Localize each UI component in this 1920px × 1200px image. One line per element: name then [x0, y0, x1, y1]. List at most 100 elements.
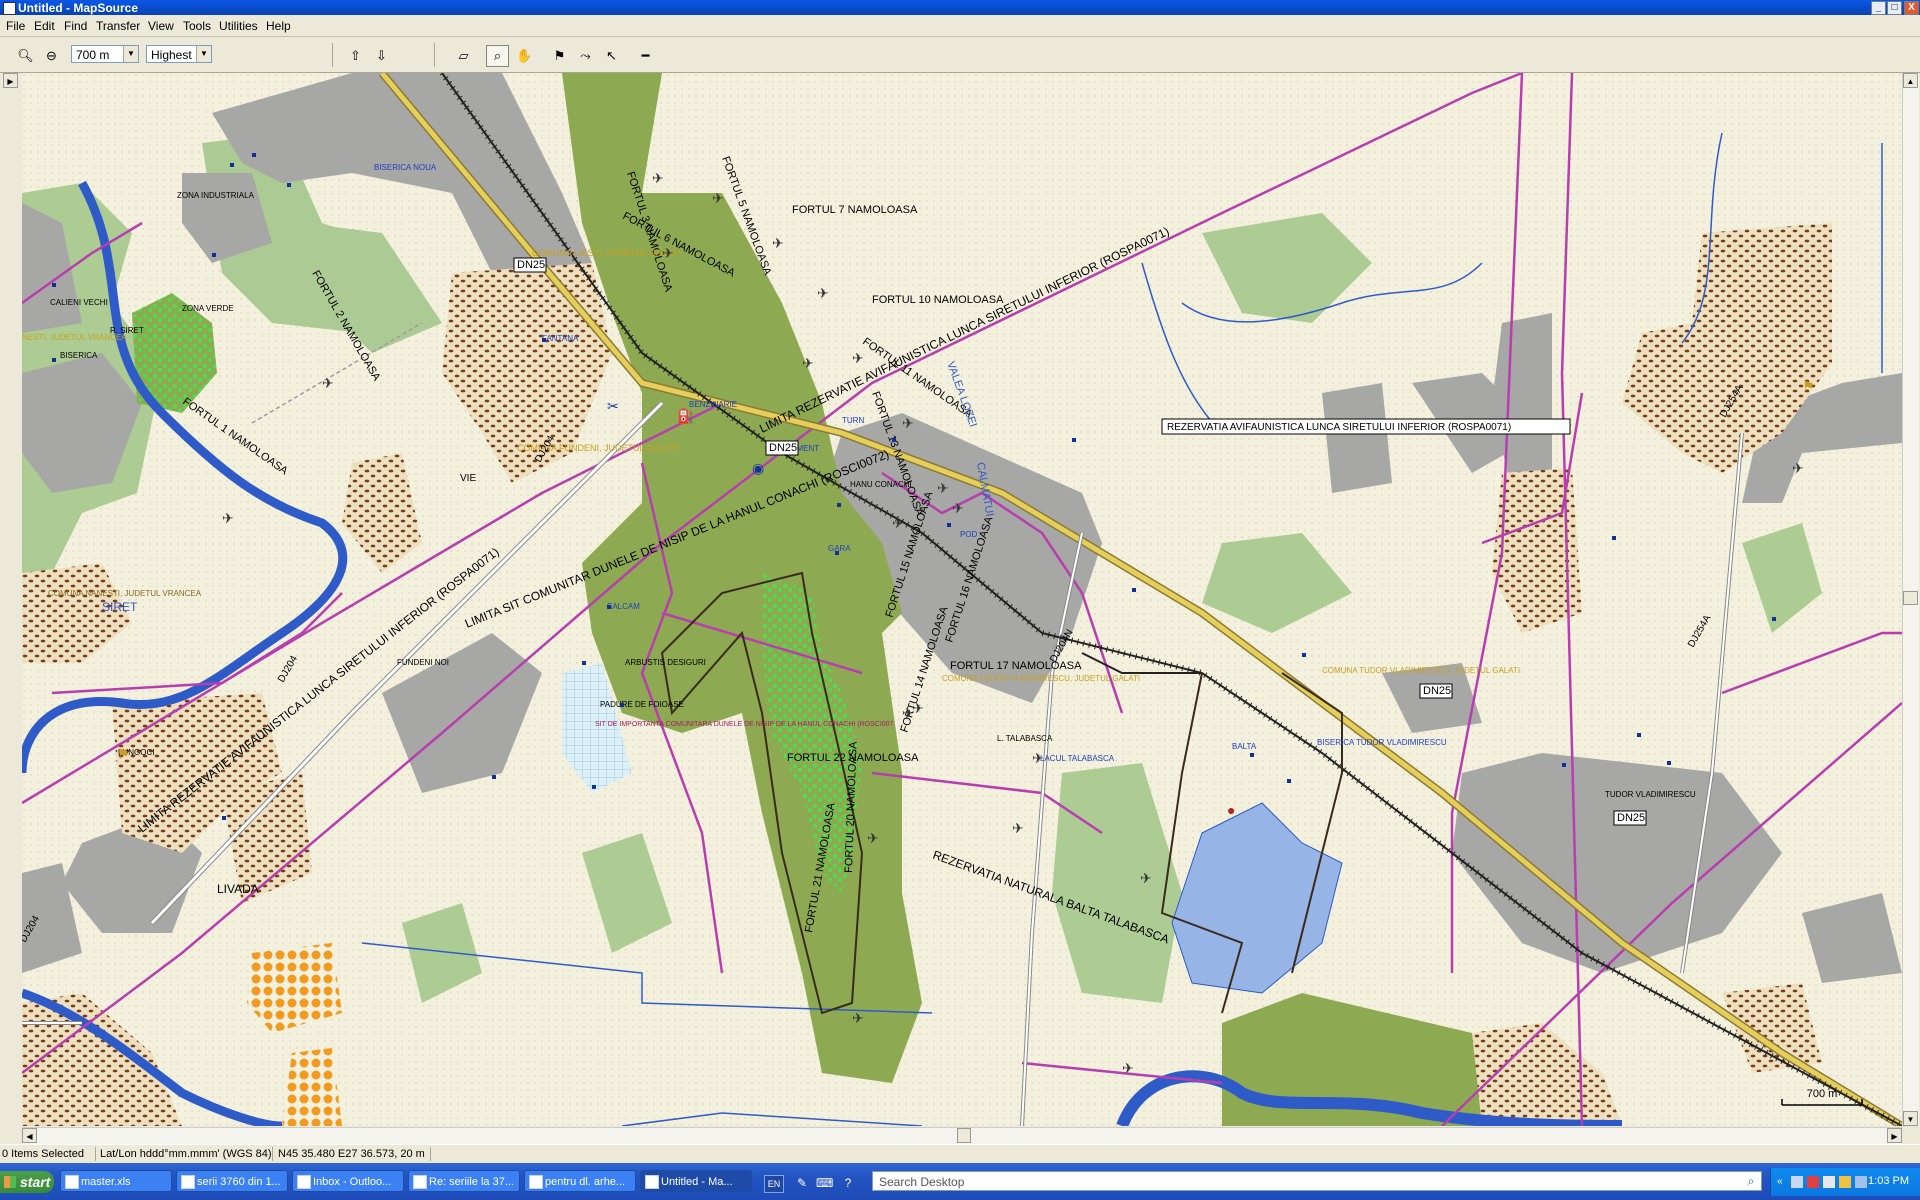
search-icon[interactable]: ⌕ [1743, 1173, 1759, 1189]
task-label: Re: seriile la 37... [429, 1176, 514, 1188]
task-master-xls[interactable]: master.xls [60, 1170, 172, 1192]
map-drawing[interactable]: REZERVATIA AVIFAUNISTICA LUNCA SIRETULUI… [22, 73, 1902, 1126]
scroll-right-icon[interactable]: ▶ [1887, 1128, 1902, 1143]
app-icon[interactable] [3, 2, 16, 15]
horizontal-scrollbar[interactable]: ◀ ▶ [22, 1127, 1902, 1144]
task-re-seriile[interactable]: Re: seriile la 37... [408, 1170, 520, 1192]
poi-marker [287, 183, 291, 187]
map-label: ZONA INDUSTRIALA [177, 191, 255, 200]
expand-panel-icon[interactable]: ▶ [3, 73, 18, 88]
language-indicator[interactable]: EN [764, 1175, 784, 1193]
chevron-down-icon[interactable]: ▼ [123, 46, 138, 62]
map-select-icon[interactable]: ▱ [452, 45, 475, 67]
hand-pan-icon[interactable]: ✋ [513, 45, 536, 67]
fort-marker-icon: ✈ [867, 830, 879, 846]
menu-edit[interactable]: Edit [34, 19, 55, 33]
selection-tool-icon[interactable]: ↖ [600, 45, 623, 67]
task-mapsource[interactable]: Untitled - Ma... [640, 1170, 752, 1192]
pen-icon[interactable]: ✎ [794, 1175, 810, 1191]
poi-marker [1772, 617, 1776, 621]
menu-view[interactable]: View [148, 19, 174, 33]
send-to-device-icon[interactable]: ⇩ [370, 45, 393, 67]
zoom-out-icon[interactable]: ⊖ [40, 45, 63, 67]
poi-marker [892, 438, 896, 442]
map-label: LACUL TALABASCA [1040, 754, 1115, 763]
volume-icon[interactable] [1823, 1176, 1835, 1188]
update-icon[interactable] [1855, 1176, 1867, 1188]
menu-find[interactable]: Find [64, 19, 87, 33]
antivirus-icon[interactable] [1807, 1176, 1819, 1188]
map-canvas[interactable]: REZERVATIA AVIFAUNISTICA LUNCA SIRETULUI… [22, 73, 1902, 1126]
help-icon[interactable]: ? [840, 1175, 856, 1191]
distance-bearing-icon[interactable]: ━ [634, 45, 657, 67]
zoom-in-icon[interactable]: 🔍︎ [14, 45, 37, 67]
map-label: COMUNA LIESTI, JUDETUL GALATI [532, 248, 681, 258]
toolbar-separator [332, 43, 333, 67]
poi-red-icon: ● [1227, 802, 1235, 818]
map-label: ZONA VERDE [182, 304, 234, 313]
menu-transfer[interactable]: Transfer [96, 19, 140, 33]
poi-marker [837, 503, 841, 507]
task-label: master.xls [81, 1176, 131, 1188]
fort-marker-icon: ✈ [322, 375, 334, 391]
vertical-scrollbar[interactable]: ▲ ▼ [1902, 73, 1919, 1126]
map-label: COMUNA TUDOR VLADIMIRESCU, JUDETUL GALAT… [942, 674, 1140, 683]
task-label: Inbox - Outloo... [313, 1176, 392, 1188]
tray-expand-icon[interactable]: « [1777, 1176, 1789, 1188]
task-inbox-outlook[interactable]: Inbox - Outloo... [292, 1170, 404, 1192]
svg-text:DN25: DN25 [1617, 812, 1645, 824]
title-bar[interactable]: Untitled - MapSource _ □ X [0, 0, 1920, 15]
fuel-station-icon: ⛽ [677, 408, 694, 425]
poi-marker [1612, 536, 1616, 540]
svg-text:DN25: DN25 [517, 259, 545, 271]
poi-marker [582, 661, 586, 665]
poi-marker [222, 816, 226, 820]
keyboard-icon[interactable]: ⌨ [816, 1175, 833, 1191]
scroll-up-icon[interactable]: ▲ [1903, 73, 1918, 88]
desktop-search-input[interactable]: Search Desktop ⌕ [872, 1171, 1762, 1191]
waypoint-tool-icon[interactable]: ⚑ [548, 45, 571, 67]
fort-marker-icon: ✈ [902, 705, 914, 721]
task-serii[interactable]: serii 3760 din 1... [176, 1170, 288, 1192]
menu-help[interactable]: Help [266, 19, 291, 33]
map-label: FANTANA [542, 334, 579, 343]
menu-utilities[interactable]: Utilities [219, 19, 258, 33]
horizontal-scroll-thumb[interactable] [957, 1128, 971, 1143]
receive-from-device-icon[interactable]: ⇧ [344, 45, 367, 67]
status-divider [430, 1147, 431, 1161]
taskbar: start master.xls serii 3760 din 1... Inb… [0, 1163, 1920, 1200]
zoom-level-select[interactable]: 700 m ▼ [71, 45, 139, 63]
poi-marker [52, 283, 56, 287]
scroll-left-icon[interactable]: ◀ [22, 1128, 37, 1143]
map-tooltip: REZERVATIA AVIFAUNISTICA LUNCA SIRETULUI… [1161, 418, 1571, 435]
network-icon[interactable] [1791, 1176, 1803, 1188]
poi-marker [835, 551, 839, 555]
start-button[interactable]: start [0, 1171, 54, 1193]
route-tool-icon[interactable]: ⤳ [574, 45, 597, 67]
minimize-button[interactable]: _ [1871, 1, 1886, 15]
outlook-icon [297, 1175, 311, 1189]
security-icon[interactable] [1839, 1176, 1851, 1188]
maximize-button[interactable]: □ [1887, 1, 1902, 15]
close-button[interactable]: X [1904, 1, 1919, 15]
status-divider [95, 1147, 96, 1161]
fort-marker-icon: ✈ [1792, 460, 1804, 476]
chevron-down-icon[interactable]: ▼ [196, 46, 211, 62]
task-pentru-dl[interactable]: pentru dl. arhe... [524, 1170, 636, 1192]
menu-file[interactable]: File [6, 19, 25, 33]
scroll-down-icon[interactable]: ▼ [1903, 1111, 1918, 1126]
coordinate-format: Lat/Lon hddd°mm.mmm' (WGS 84) [100, 1148, 272, 1160]
map-label: COMUNA NANESTI, JUDETUL VRANCEA [48, 589, 202, 598]
poi-marker [1302, 653, 1306, 657]
clock: 1:03 PM [1868, 1175, 1909, 1187]
map-label: SIT DE IMPORTANTA COMUNITARA DUNELE DE N… [595, 721, 894, 728]
map-label: PADURE DE FOIOASE [600, 700, 684, 709]
vertical-scroll-thumb[interactable] [1903, 591, 1918, 605]
zoom-tool-icon[interactable]: ⌕ [486, 45, 509, 67]
fort-marker-icon: ✈ [1122, 1060, 1134, 1076]
menu-tools[interactable]: Tools [183, 19, 211, 33]
fort-marker-icon: ✈ [912, 700, 924, 716]
status-bar: 0 Items Selected Lat/Lon hddd°mm.mmm' (W… [0, 1144, 1920, 1163]
detail-level-select[interactable]: Highest ▼ [146, 45, 212, 63]
map-label: ARBUSTIS DESIGURI [625, 658, 706, 667]
